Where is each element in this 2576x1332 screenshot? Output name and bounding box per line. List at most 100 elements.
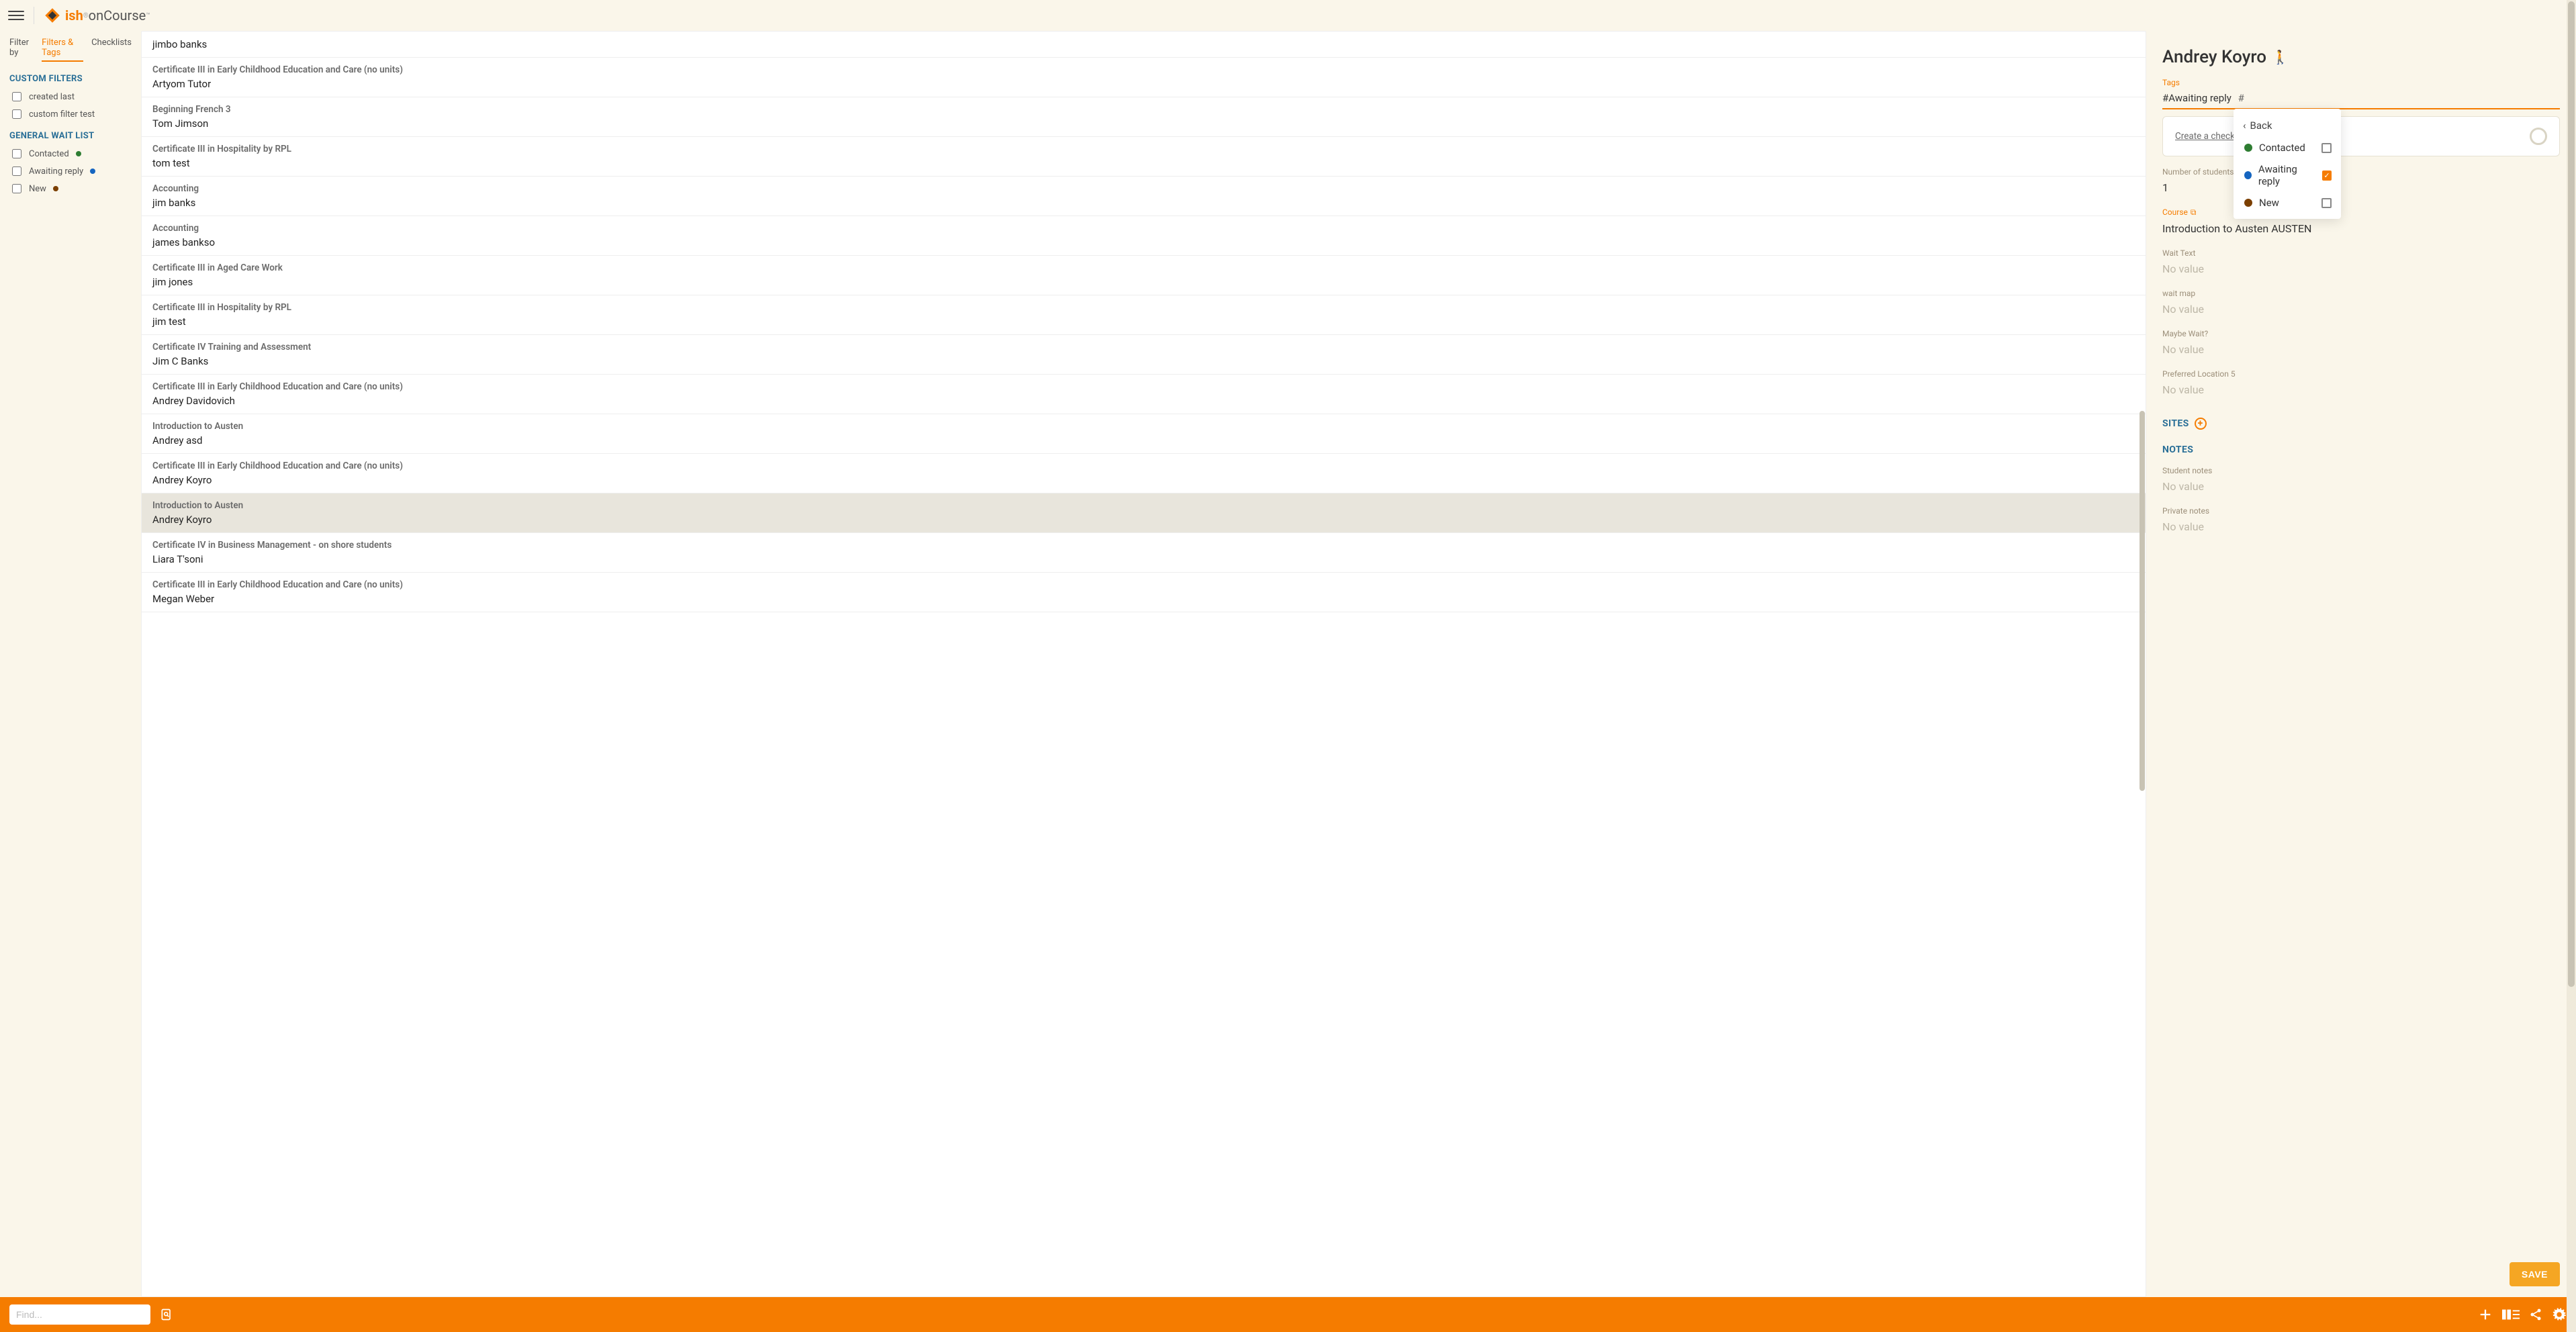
row-contact: Andrey Davidovich — [152, 395, 2135, 407]
student-notes-value[interactable]: No value — [2162, 477, 2560, 495]
field-label: Preferred Location 5 — [2162, 369, 2560, 379]
row-course: Certificate IV Training and Assessment — [152, 342, 2135, 352]
list-scroll-thumb[interactable] — [2140, 411, 2145, 791]
dropdown-item-label: Awaiting reply — [2258, 163, 2315, 187]
view-toggle-icon[interactable] — [2502, 1308, 2520, 1321]
sites-header: SITES+ — [2162, 418, 2560, 430]
private-notes-label: Private notes — [2162, 506, 2560, 516]
list-row[interactable]: Accountingjames bankso — [142, 216, 2146, 256]
row-contact: Andrey Koyro — [152, 514, 2135, 526]
list-row[interactable]: Certificate III in Aged Care Work jim jon… — [142, 256, 2146, 295]
list-row[interactable]: Introduction to AustenAndrey Koyro — [142, 493, 2146, 533]
course-label: Course⧉ — [2162, 207, 2560, 218]
add-site-button[interactable]: + — [2195, 418, 2207, 430]
row-course: Certificate III in Hospitality by RPL — [152, 144, 2135, 154]
row-contact: james bankso — [152, 236, 2135, 248]
checkbox-icon[interactable] — [2321, 198, 2332, 208]
row-contact: jim test — [152, 316, 2135, 328]
checkbox-checked-icon[interactable]: ✓ — [2322, 171, 2332, 181]
list-row[interactable]: Certificate III in Hospitality by RPLtom… — [142, 137, 2146, 177]
field-label: Maybe Wait? — [2162, 329, 2560, 338]
row-course: Certificate III in Early Childhood Educa… — [152, 579, 2135, 590]
private-notes-value[interactable]: No value — [2162, 518, 2560, 536]
tags-input[interactable]: #Awaiting reply # — [2162, 89, 2560, 109]
share-icon[interactable] — [2529, 1308, 2542, 1321]
list-row[interactable]: Certificate III in Early Childhood Educa… — [142, 58, 2146, 97]
field-value[interactable]: No value — [2162, 260, 2560, 278]
custom-filter-item[interactable]: created last — [9, 88, 132, 105]
list-row[interactable]: Certificate III in Early Childhood Educa… — [142, 375, 2146, 414]
page-scrollbar[interactable] — [2567, 0, 2576, 1332]
contact-name: Andrey Koyro — [2162, 47, 2266, 67]
list-scrollbar[interactable] — [2140, 31, 2145, 1297]
brand-logo: ish®onCourse™ — [34, 7, 150, 24]
row-contact: jim banks — [152, 197, 2135, 209]
dropdown-item-awaiting[interactable]: Awaiting reply ✓ — [2234, 158, 2341, 192]
dot-icon — [76, 151, 81, 156]
dropdown-back[interactable]: ‹Back — [2234, 114, 2341, 137]
list-row[interactable]: Introduction to AustenAndrey asd — [142, 414, 2146, 454]
external-link-icon[interactable]: ⧉ — [2191, 207, 2197, 217]
custom-filter-item[interactable]: custom filter test — [9, 105, 132, 123]
search-contact-icon[interactable] — [160, 1308, 173, 1321]
chevron-left-icon: ‹ — [2243, 120, 2246, 132]
dot-icon — [53, 186, 58, 191]
page-scroll-thumb[interactable] — [2568, 1, 2575, 987]
row-contact: Liara T'soni — [152, 553, 2135, 565]
save-button[interactable]: SAVE — [2510, 1262, 2560, 1286]
row-contact: Artyom Tutor — [152, 78, 2135, 90]
custom-filter-label: custom filter test — [29, 109, 95, 120]
row-contact: Andrey Koyro — [152, 474, 2135, 486]
hamburger-menu-icon[interactable] — [8, 7, 24, 23]
row-course: Certificate III in Aged Care Work — [152, 263, 2135, 273]
list-row[interactable]: Certificate IV Training and Assessment Ji… — [142, 335, 2146, 375]
list-row[interactable]: Beginning French 3Tom Jimson — [142, 97, 2146, 137]
add-icon[interactable] — [2478, 1307, 2493, 1322]
tag-dropdown[interactable]: ‹Back Contacted Awaiting reply ✓ New — [2234, 109, 2341, 219]
tab-checklists[interactable]: Checklists — [91, 38, 132, 62]
field-label: wait map — [2162, 289, 2560, 298]
list-row[interactable]: Certificate III in Hospitality by RPLjim… — [142, 295, 2146, 335]
topbar: ish®onCourse™ — [0, 0, 2576, 31]
row-contact: Jim C Banks — [152, 355, 2135, 367]
tag-chip[interactable]: #Awaiting reply — [2162, 92, 2232, 104]
row-course: Accounting — [152, 183, 2135, 194]
waitlist-tag-item[interactable]: Contacted — [9, 145, 132, 162]
num-students-value[interactable]: 1 — [2162, 179, 2560, 197]
row-course: Beginning French 3 — [152, 104, 2135, 115]
waitlist-tag-item[interactable]: New — [9, 180, 132, 197]
logo-diamond-icon — [44, 7, 61, 24]
logo-reg: ® — [83, 12, 89, 19]
tags-label: Tags — [2162, 78, 2560, 87]
list-row[interactable]: Certificate IV in Business Management - … — [142, 533, 2146, 573]
dropdown-item-contacted[interactable]: Contacted — [2234, 137, 2341, 158]
record-list[interactable]: jimbo banks Certificate III in Early Chil… — [141, 31, 2146, 1297]
row-contact: jimbo banks — [152, 38, 2135, 50]
footer-bar — [0, 1297, 2576, 1332]
list-row[interactable]: Certificate III in Early Childhood Educa… — [142, 573, 2146, 612]
list-row[interactable]: Certificate III in Early Childhood Educa… — [142, 454, 2146, 493]
field-value[interactable]: No value — [2162, 340, 2560, 359]
tab-filters-tags[interactable]: Filters & Tags — [42, 38, 83, 62]
dot-icon — [2244, 144, 2252, 152]
row-contact: jim jones — [152, 276, 2135, 288]
logo-product: onCourse — [89, 7, 146, 23]
search-input[interactable] — [9, 1304, 150, 1325]
waitlist-tag-item[interactable]: Awaiting reply — [9, 162, 132, 180]
field-label: Wait Text — [2162, 248, 2560, 258]
dot-icon — [2244, 199, 2252, 207]
dropdown-item-label: New — [2259, 197, 2279, 209]
list-row[interactable]: jimbo banks — [142, 32, 2146, 58]
tag-hash[interactable]: # — [2238, 92, 2244, 104]
gear-icon[interactable] — [2552, 1307, 2567, 1322]
checkbox-icon[interactable] — [2321, 143, 2332, 153]
checklist-box[interactable]: Create a checklist n — [2162, 116, 2560, 156]
field-value[interactable]: No value — [2162, 300, 2560, 318]
field-value[interactable]: No value — [2162, 381, 2560, 399]
row-course: Introduction to Austen — [152, 421, 2135, 432]
progress-ring-icon — [2530, 128, 2547, 145]
list-row[interactable]: Accounting jim banks — [142, 177, 2146, 216]
student-notes-label: Student notes — [2162, 466, 2560, 475]
course-value[interactable]: Introduction to Austen AUSTEN — [2162, 220, 2560, 238]
dropdown-item-new[interactable]: New — [2234, 192, 2341, 213]
